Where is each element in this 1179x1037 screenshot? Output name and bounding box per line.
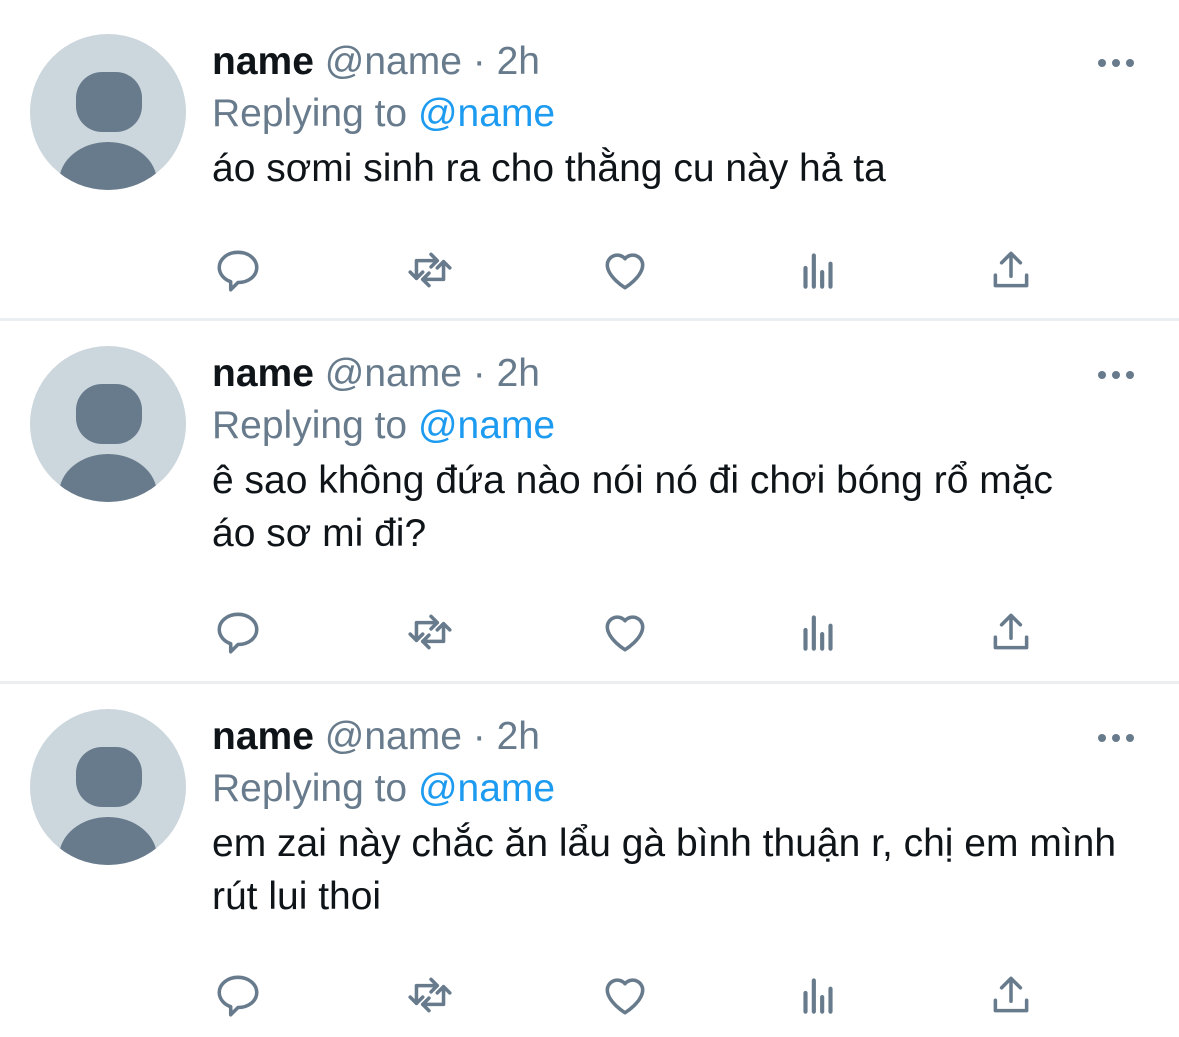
views-button[interactable] <box>790 604 846 660</box>
like-button[interactable] <box>597 604 653 660</box>
replying-to-handle[interactable]: @name <box>418 767 555 810</box>
views-button[interactable] <box>790 967 846 1023</box>
tweet[interactable]: name @name · 2h Replying to @name ê sao … <box>0 346 1179 666</box>
user-handle[interactable]: @name <box>325 715 462 758</box>
replying-to-label: Replying to <box>212 92 408 135</box>
retweet-icon <box>408 252 452 288</box>
like-icon <box>605 253 645 290</box>
replying-to-label: Replying to <box>212 404 408 447</box>
user-handle[interactable]: @name <box>325 352 462 395</box>
views-button[interactable] <box>790 242 846 298</box>
more-options-icon[interactable] <box>1096 731 1136 745</box>
display-name[interactable]: name <box>212 352 314 395</box>
reply-icon <box>217 975 259 1017</box>
tweet-text: áo sơmi sinh ra cho thằng cu này hả ta <box>212 147 886 190</box>
tweet-divider <box>0 318 1179 321</box>
tweet-header: name @name · 2h <box>212 38 540 86</box>
display-name[interactable]: name <box>212 40 314 83</box>
reply-button[interactable] <box>210 967 266 1023</box>
retweet-icon <box>408 614 452 650</box>
views-icon <box>803 615 833 651</box>
user-handle[interactable]: @name <box>325 40 462 83</box>
more-options-icon[interactable] <box>1096 368 1136 382</box>
avatar-body-shape <box>59 142 157 190</box>
like-icon <box>605 978 645 1015</box>
avatar[interactable] <box>30 34 186 190</box>
replying-to-handle[interactable]: @name <box>418 404 555 447</box>
replying-to: Replying to @name <box>212 765 555 813</box>
tweet[interactable]: name @name · 2h Replying to @name em zai… <box>0 709 1179 1029</box>
tweet[interactable]: name @name · 2h Replying to @name áo sơm… <box>0 34 1179 304</box>
timestamp[interactable]: 2h <box>497 352 540 395</box>
separator-dot: · <box>472 715 486 758</box>
retweet-button[interactable] <box>402 967 458 1023</box>
reply-feed: name @name · 2h Replying to @name áo sơm… <box>0 0 1179 1037</box>
share-button[interactable] <box>983 967 1039 1023</box>
share-button[interactable] <box>983 242 1039 298</box>
timestamp[interactable]: 2h <box>497 715 540 758</box>
share-icon <box>993 251 1029 288</box>
tweet-header: name @name · 2h <box>212 350 540 398</box>
reply-icon <box>217 250 259 292</box>
replying-to: Replying to @name <box>212 90 555 138</box>
replying-to-label: Replying to <box>212 767 408 810</box>
retweet-button[interactable] <box>402 242 458 298</box>
like-button[interactable] <box>597 967 653 1023</box>
reply-icon <box>217 612 259 654</box>
like-icon <box>605 615 645 652</box>
avatar-body-shape <box>59 817 157 865</box>
separator-dot: · <box>472 352 486 395</box>
avatar-head-shape <box>76 747 142 807</box>
retweet-button[interactable] <box>402 604 458 660</box>
views-icon <box>803 978 833 1014</box>
share-button[interactable] <box>983 604 1039 660</box>
replying-to: Replying to @name <box>212 402 555 450</box>
reply-button[interactable] <box>210 604 266 660</box>
views-icon <box>803 253 833 289</box>
more-options-icon[interactable] <box>1096 56 1136 70</box>
tweet-divider <box>0 681 1179 684</box>
tweet-header: name @name · 2h <box>212 713 540 761</box>
avatar-body-shape <box>59 454 157 502</box>
share-icon <box>993 976 1029 1013</box>
like-button[interactable] <box>597 242 653 298</box>
replying-to-handle[interactable]: @name <box>418 92 555 135</box>
avatar-head-shape <box>76 384 142 444</box>
share-icon <box>993 613 1029 650</box>
avatar[interactable] <box>30 346 186 502</box>
avatar-head-shape <box>76 72 142 132</box>
avatar[interactable] <box>30 709 186 865</box>
display-name[interactable]: name <box>212 715 314 758</box>
timestamp[interactable]: 2h <box>497 40 540 83</box>
tweet-text: ê sao không đứa nào nói nó đi chơi bóng … <box>212 459 1053 555</box>
tweet-text: em zai này chắc ăn lẩu gà bình thuận r, … <box>212 822 1117 918</box>
separator-dot: · <box>472 40 486 83</box>
retweet-icon <box>408 977 452 1013</box>
reply-button[interactable] <box>210 242 266 298</box>
